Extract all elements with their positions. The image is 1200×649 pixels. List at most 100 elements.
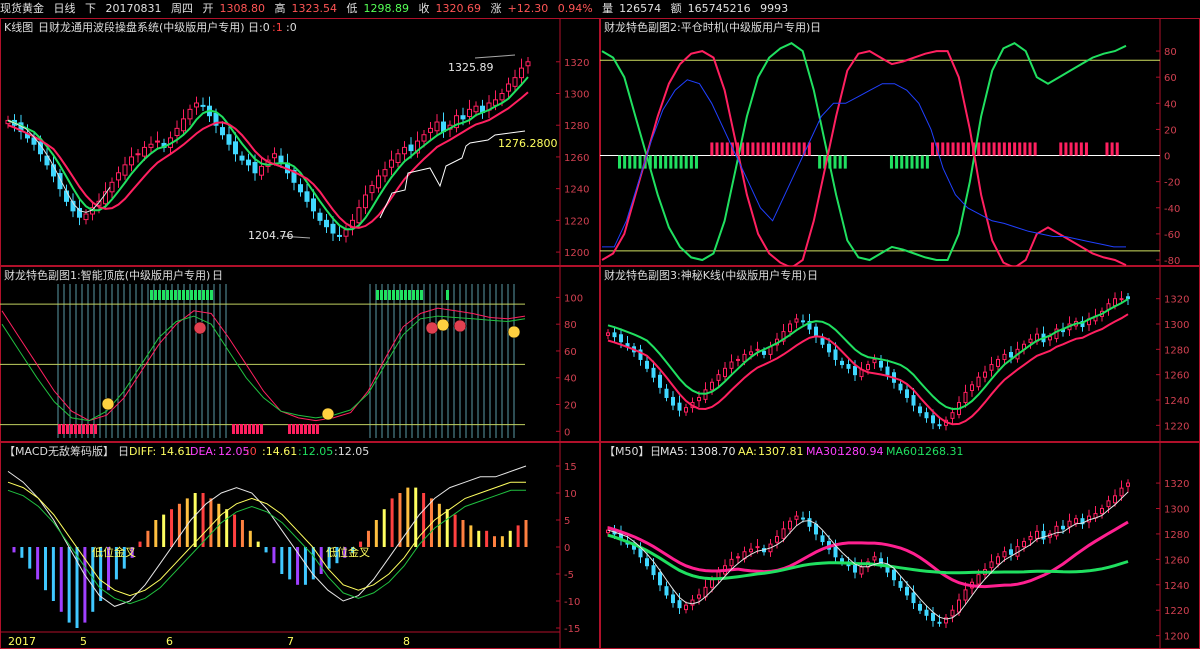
ma-panel[interactable]: 【M50】 日 MA5: 1308.70 AA: 1307.81 MA30: 1… — [600, 442, 1200, 649]
kline-subtitle: 日财龙通用波段操盘系统(中级版用户专用) — [38, 20, 245, 34]
ma30-label: MA30: — [806, 445, 841, 458]
ma-candle — [820, 535, 825, 543]
sub3-candle — [612, 332, 617, 338]
sub2-bar — [664, 155, 668, 169]
chg-label: 涨 — [490, 2, 502, 15]
sub1-panel[interactable]: 财龙特色副图1:智能顶底(中级版用户专用) 日 0 20 40 60 80 100 — [0, 266, 600, 442]
ma-candle — [814, 523, 818, 535]
sub2-bar — [756, 142, 760, 156]
ma-candle — [664, 586, 669, 596]
x-month-7: 7 — [287, 635, 294, 648]
top-block — [412, 290, 415, 300]
sub3-panel[interactable]: 财龙特色副图3:神秘K线(中级版用户专用) 日 1220 1240 1260 1280… — [600, 266, 1200, 442]
sub1-box: 日 — [212, 269, 223, 282]
y-tick-label: 1240 — [1164, 581, 1189, 592]
ma-candle — [957, 599, 961, 613]
bottom-block — [70, 424, 73, 434]
sub2-bar — [843, 155, 847, 169]
sub2-bar — [920, 155, 924, 169]
candle — [499, 93, 505, 101]
top-block — [166, 290, 169, 300]
direction: 下 — [85, 2, 96, 15]
close-label: 收 — [418, 2, 430, 15]
top-block — [446, 290, 449, 300]
sub2-bar — [710, 142, 714, 156]
candle — [525, 61, 531, 67]
ma-candle — [1067, 520, 1072, 528]
candle — [428, 127, 433, 133]
macd-bar — [225, 509, 229, 547]
top-block — [154, 290, 157, 300]
instrument-name[interactable]: 现货黄金 — [0, 2, 44, 15]
top-block — [206, 290, 209, 300]
sub3-candle — [1113, 298, 1117, 307]
candle — [109, 181, 115, 193]
trough-label: 1204.76 — [248, 229, 294, 242]
top-block — [210, 290, 213, 300]
kline-panel[interactable]: K线图 日财龙通用波段操盘系统(中级版用户专用) 日:0 :1 :0 1200 1… — [0, 18, 600, 266]
ma-candle — [892, 569, 896, 581]
sub2-bar — [653, 155, 657, 169]
top-block — [380, 290, 383, 300]
x-month-6: 6 — [166, 635, 173, 648]
y-tick-label: -40 — [1164, 204, 1180, 215]
sub2-bar — [951, 142, 955, 156]
smiley-icon — [193, 321, 207, 335]
high-label: 高 — [274, 2, 286, 15]
sub3-candle — [950, 412, 955, 419]
macd-bar — [469, 525, 473, 547]
candle — [363, 194, 368, 209]
top-block — [416, 290, 419, 300]
ma-candle — [1113, 495, 1117, 504]
bottom-block — [236, 424, 239, 434]
y-tick-label: -5 — [564, 570, 574, 581]
sub3-candle — [970, 384, 974, 392]
kline-flag-1: :1 — [272, 21, 283, 34]
sub3-title: 财龙特色副图3:神秘K线(中级版用户专用) — [604, 268, 807, 282]
macd-panel[interactable]: 【MACD无敌筹码版】 日 DIFF: 14.61 DEA: 12.05 :0 … — [0, 442, 600, 649]
y-tick-label: 40 — [1164, 99, 1177, 110]
ma-candle — [950, 609, 955, 617]
macd-box: 日 — [118, 445, 129, 458]
macd-bar — [209, 498, 213, 547]
candle — [233, 141, 238, 155]
macd-bar — [264, 547, 268, 553]
macd-bar — [524, 520, 528, 547]
sub2-panel[interactable]: 财龙特色副图2:平仓时机(中级版用户专用) 日 -80 -60 -40 -20 0 20 4… — [600, 18, 1200, 266]
sub3-candle — [742, 353, 747, 362]
candle — [259, 165, 264, 176]
macd-bar — [485, 530, 489, 547]
sub2-bar — [941, 142, 945, 156]
ma-candle — [671, 594, 675, 604]
period[interactable]: 日线 — [54, 2, 76, 15]
sub2-bar — [915, 155, 919, 169]
candle — [298, 184, 303, 193]
sub3-candle — [931, 415, 935, 424]
top-block — [194, 290, 197, 300]
macd-bar — [272, 547, 276, 564]
y-tick-label: 60 — [564, 347, 577, 358]
y-tick-label: 0 — [564, 427, 570, 438]
ma-candle — [677, 600, 682, 609]
sub3-candle — [898, 383, 903, 391]
candle — [200, 104, 206, 107]
sub3-candle — [820, 338, 825, 345]
macd-bar — [146, 530, 150, 547]
bottom-block — [78, 424, 81, 434]
top-block — [408, 290, 411, 300]
sub2-bar — [931, 142, 935, 156]
sub2-bar — [679, 155, 683, 169]
ma-candle — [658, 572, 662, 586]
y-tick-label: 1300 — [1164, 320, 1189, 331]
bottom-block — [74, 424, 77, 434]
ma30-value: 1280.94 — [838, 445, 884, 458]
x-year: 2017 — [8, 635, 36, 648]
sub2-bar — [751, 142, 755, 156]
macd-bar — [280, 547, 284, 574]
macd-title: 【MACD无敌筹码版】 — [4, 444, 114, 458]
top-block — [170, 290, 173, 300]
macd-bar — [28, 547, 32, 569]
candle — [148, 143, 154, 148]
sub3-candle — [989, 364, 994, 371]
sub3-candle — [853, 365, 857, 376]
